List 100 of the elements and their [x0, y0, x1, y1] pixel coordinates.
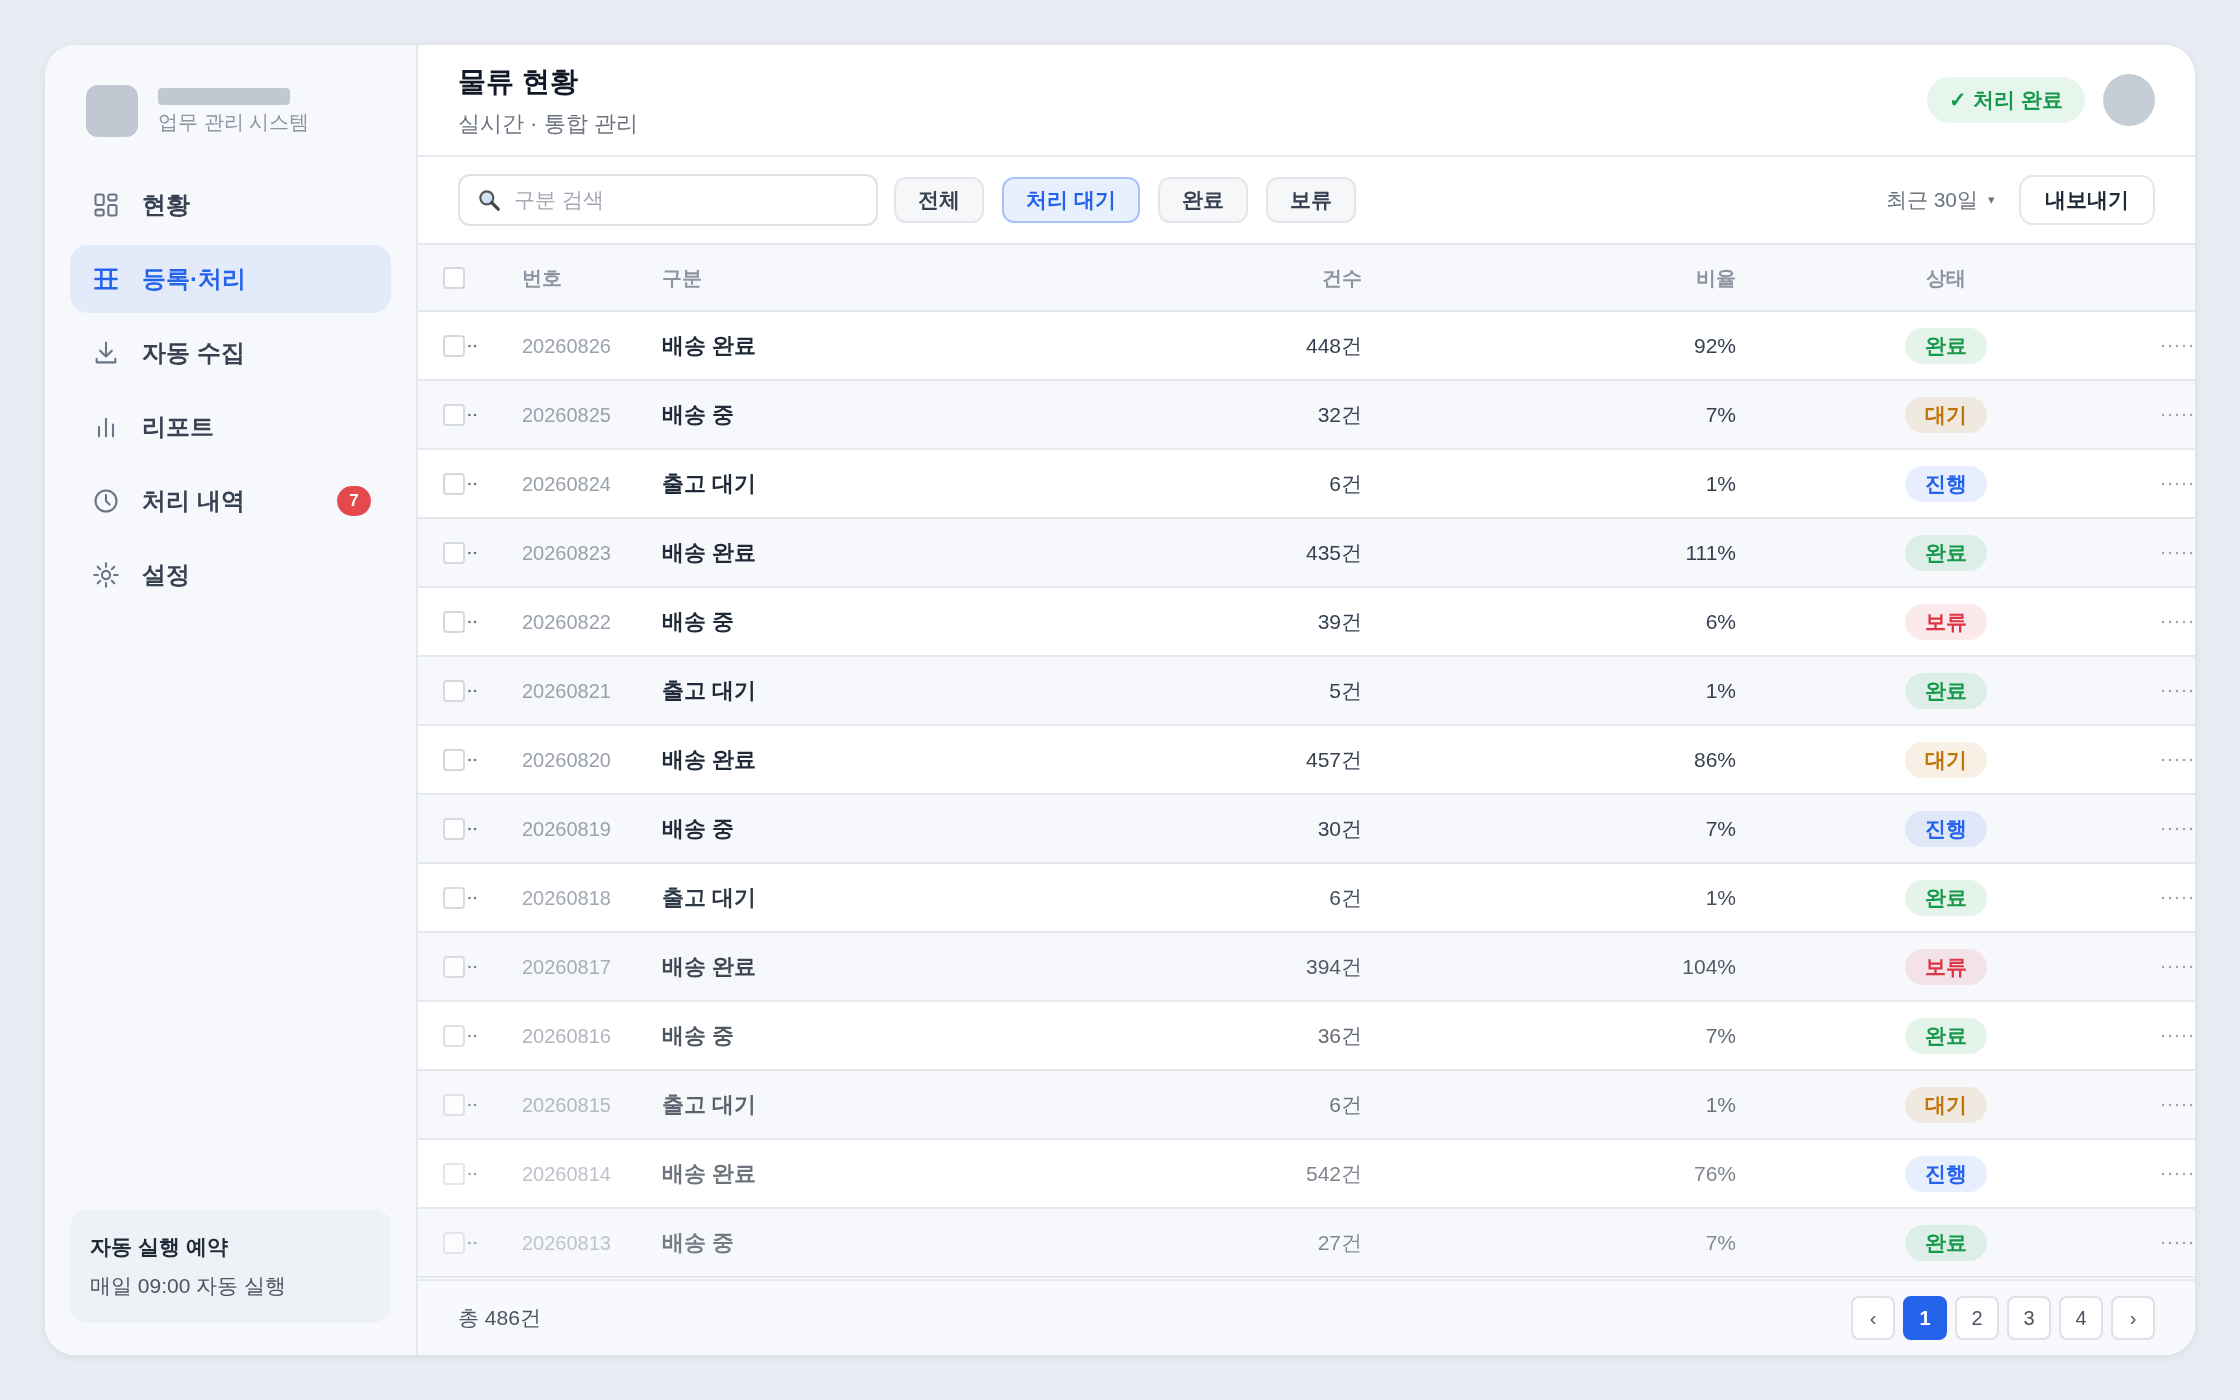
table-cell: 20260814: [522, 1162, 611, 1185]
status-pill: 대기: [1905, 1086, 1987, 1123]
sidebar-item[interactable]: 처리 내역 7: [70, 467, 391, 535]
drag-handle-icon[interactable]: [468, 1240, 477, 1245]
sidebar-item[interactable]: 리포트: [70, 393, 391, 461]
table-cell: 1%: [1705, 885, 1736, 909]
more-icon[interactable]: [2161, 481, 2195, 486]
checkbox[interactable]: [443, 266, 465, 289]
more-icon[interactable]: [2161, 550, 2195, 555]
column-header: 번호: [522, 266, 562, 289]
more-icon[interactable]: [2161, 1171, 2195, 1176]
status-pill: 완료: [1905, 672, 1987, 709]
search-icon: [476, 187, 502, 213]
column-header: 비율: [1696, 266, 1736, 289]
checkbox[interactable]: [443, 1231, 465, 1254]
more-icon[interactable]: [2161, 826, 2195, 831]
sidebar-item[interactable]: 설정: [70, 541, 391, 609]
drag-handle-icon[interactable]: [468, 619, 477, 624]
table-cell: 20260826: [522, 334, 611, 357]
drag-handle-icon[interactable]: [468, 343, 477, 348]
column-header: 건수: [1322, 266, 1362, 289]
table-cell: 457건: [1305, 747, 1362, 771]
more-icon[interactable]: [2161, 1033, 2195, 1038]
next-page-button[interactable]: ›: [2111, 1296, 2155, 1340]
checkbox[interactable]: [443, 955, 465, 978]
checkbox[interactable]: [443, 1024, 465, 1047]
total-count: 총 486건: [458, 1305, 541, 1332]
drag-handle-icon[interactable]: [468, 757, 477, 762]
table-cell: 435건: [1305, 540, 1362, 564]
drag-handle-icon[interactable]: [468, 550, 477, 555]
drag-handle-icon[interactable]: [468, 688, 477, 693]
page-button[interactable]: 1: [1903, 1296, 1947, 1340]
drag-handle-icon[interactable]: [468, 826, 477, 831]
checkbox[interactable]: [443, 1093, 465, 1116]
sidebar-item[interactable]: 등록·처리: [70, 245, 391, 313]
logo-placeholder: [86, 85, 138, 137]
search-field[interactable]: 구분 검색: [458, 174, 878, 226]
schedule-title: 자동 실행 예약: [90, 1233, 229, 1260]
page-button[interactable]: 4: [2059, 1296, 2103, 1340]
checkbox[interactable]: [443, 541, 465, 564]
export-button[interactable]: 내보내기: [2019, 175, 2155, 225]
status-pill: 진행: [1905, 465, 1987, 502]
table-cell: 20260825: [522, 403, 611, 426]
drag-handle-icon[interactable]: [468, 1102, 477, 1107]
page-button[interactable]: 3: [2007, 1296, 2051, 1340]
previous-page-button[interactable]: ‹: [1851, 1296, 1895, 1340]
table-cell: 배송 중: [662, 816, 735, 841]
table-cell: 30건: [1317, 816, 1362, 840]
checkbox[interactable]: [443, 748, 465, 771]
filter-chip[interactable]: 완료: [1157, 177, 1248, 223]
table-cell: 20260820: [522, 748, 611, 771]
more-icon[interactable]: [2161, 1102, 2195, 1107]
table-cell: 111%: [1685, 540, 1736, 564]
table-cell: 542건: [1305, 1161, 1362, 1185]
drag-handle-icon[interactable]: [468, 964, 477, 969]
table-cell: 6건: [1329, 885, 1362, 909]
page-button[interactable]: 2: [1955, 1296, 1999, 1340]
grid-icon: [92, 191, 120, 219]
more-icon[interactable]: [2161, 343, 2195, 348]
checkbox[interactable]: [443, 472, 465, 495]
filter-chip[interactable]: 전체: [894, 177, 984, 223]
table-cell: 20260813: [522, 1231, 611, 1254]
table-cell: 86%: [1693, 747, 1736, 771]
drag-handle-icon[interactable]: [468, 895, 477, 900]
checkbox[interactable]: [443, 886, 465, 909]
drag-handle-icon[interactable]: [468, 1033, 477, 1038]
period-dropdown[interactable]: 최근 30일 ▾: [1885, 184, 1995, 216]
table-cell: 출고 대기: [662, 885, 757, 910]
table-cell: 27건: [1317, 1230, 1362, 1254]
checkbox[interactable]: [443, 610, 465, 633]
column-header: 구분: [662, 266, 702, 289]
checkbox[interactable]: [443, 403, 465, 426]
avatar[interactable]: [2103, 74, 2155, 126]
drag-handle-icon[interactable]: [468, 412, 477, 417]
settings-icon: [92, 561, 120, 589]
more-icon[interactable]: [2161, 757, 2195, 762]
checkbox[interactable]: [443, 1162, 465, 1185]
sidebar-item[interactable]: 현황: [70, 171, 391, 239]
page-title: 물류 현황: [458, 64, 579, 99]
table-cell: 20260824: [522, 472, 611, 495]
table-cell: 6건: [1329, 1092, 1362, 1116]
filter-chip[interactable]: 보류: [1265, 177, 1356, 223]
sidebar-item[interactable]: 자동 수집: [70, 319, 391, 387]
drag-handle-icon[interactable]: [468, 481, 477, 486]
table-cell: 출고 대기: [662, 1092, 757, 1117]
drag-handle-icon[interactable]: [468, 1171, 477, 1176]
more-icon[interactable]: [2161, 412, 2195, 417]
table-cell: 배송 중: [662, 609, 735, 634]
table-cell: 배송 완료: [662, 954, 757, 979]
more-icon[interactable]: [2161, 688, 2195, 693]
table-cell: 1%: [1705, 1092, 1736, 1116]
checkbox[interactable]: [443, 334, 465, 357]
more-icon[interactable]: [2161, 1240, 2195, 1245]
more-icon[interactable]: [2161, 619, 2195, 624]
filter-chip[interactable]: 처리 대기: [1002, 177, 1140, 223]
checkbox[interactable]: [443, 679, 465, 702]
checkbox[interactable]: [443, 817, 465, 840]
more-icon[interactable]: [2161, 964, 2195, 969]
more-icon[interactable]: [2161, 895, 2195, 900]
table-cell: 출고 대기: [662, 471, 757, 496]
